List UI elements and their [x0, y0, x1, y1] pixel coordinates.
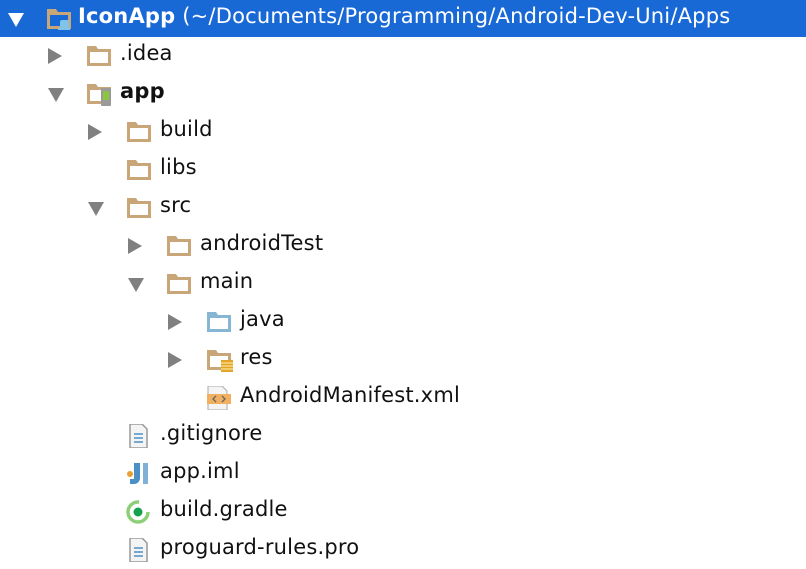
chevron-down-icon[interactable]	[88, 202, 104, 216]
android-module-folder-icon	[85, 82, 113, 106]
iml-file-icon	[125, 462, 153, 486]
tree-item[interactable]: AndroidManifest.xml	[0, 379, 806, 417]
tree-item[interactable]: proguard-rules.pro	[0, 531, 806, 569]
tree-item-label: AndroidManifest.xml	[240, 383, 461, 407]
chevron-down-icon[interactable]	[128, 278, 144, 292]
folder-icon	[85, 44, 113, 68]
tree-item[interactable]: IconApp (~/Documents/Programming/Android…	[0, 0, 806, 37]
chevron-right-icon[interactable]	[88, 124, 102, 140]
text-file-icon	[125, 537, 153, 563]
chevron-right-icon[interactable]	[168, 314, 182, 330]
tree-item[interactable]: app.iml	[0, 455, 806, 493]
folder-icon	[125, 158, 153, 182]
folder-icon	[125, 196, 153, 220]
tree-item[interactable]: build.gradle	[0, 493, 806, 531]
chevron-right-icon[interactable]	[128, 238, 142, 254]
folder-icon	[165, 234, 193, 258]
tree-item[interactable]: .gitignore	[0, 417, 806, 455]
tree-item[interactable]: .idea	[0, 37, 806, 75]
gradle-file-icon	[125, 500, 153, 524]
tree-item-label: .idea	[120, 41, 173, 65]
project-folder-icon	[45, 7, 73, 31]
tree-item-label: src	[160, 193, 192, 217]
tree-item[interactable]: src	[0, 189, 806, 227]
folder-icon	[125, 120, 153, 144]
tree-item-label: build	[160, 117, 213, 141]
tree-item-label: proguard-rules.pro	[160, 535, 360, 559]
tree-item-label: main	[200, 269, 254, 293]
tree-item[interactable]: build	[0, 113, 806, 151]
resource-folder-icon	[205, 348, 233, 372]
tree-item-label: build.gradle	[160, 497, 288, 521]
tree-item-label: .gitignore	[160, 421, 263, 445]
chevron-right-icon[interactable]	[48, 48, 62, 64]
tree-item[interactable]: java	[0, 303, 806, 341]
tree-item-label: androidTest	[200, 231, 324, 255]
folder-icon	[165, 272, 193, 296]
tree-item[interactable]: main	[0, 265, 806, 303]
tree-item[interactable]: res	[0, 341, 806, 379]
chevron-down-icon[interactable]	[8, 13, 24, 27]
xml-file-icon	[205, 385, 233, 411]
chevron-down-icon[interactable]	[48, 88, 64, 102]
project-path: (~/Documents/Programming/Android-Dev-Uni…	[175, 4, 731, 28]
tree-item[interactable]: libs	[0, 151, 806, 189]
tree-item-label: app.iml	[160, 459, 240, 483]
tree-item-label: libs	[160, 155, 197, 179]
tree-item-label: res	[240, 345, 273, 369]
chevron-right-icon[interactable]	[168, 352, 182, 368]
text-file-icon	[125, 423, 153, 449]
tree-item-label: app	[120, 79, 165, 103]
tree-item-label: IconApp (~/Documents/Programming/Android…	[78, 4, 730, 28]
project-name: IconApp	[78, 4, 176, 28]
tree-item-label: java	[240, 307, 285, 331]
tree-item[interactable]: androidTest	[0, 227, 806, 265]
tree-item[interactable]: app	[0, 75, 806, 113]
source-folder-icon	[205, 310, 233, 334]
